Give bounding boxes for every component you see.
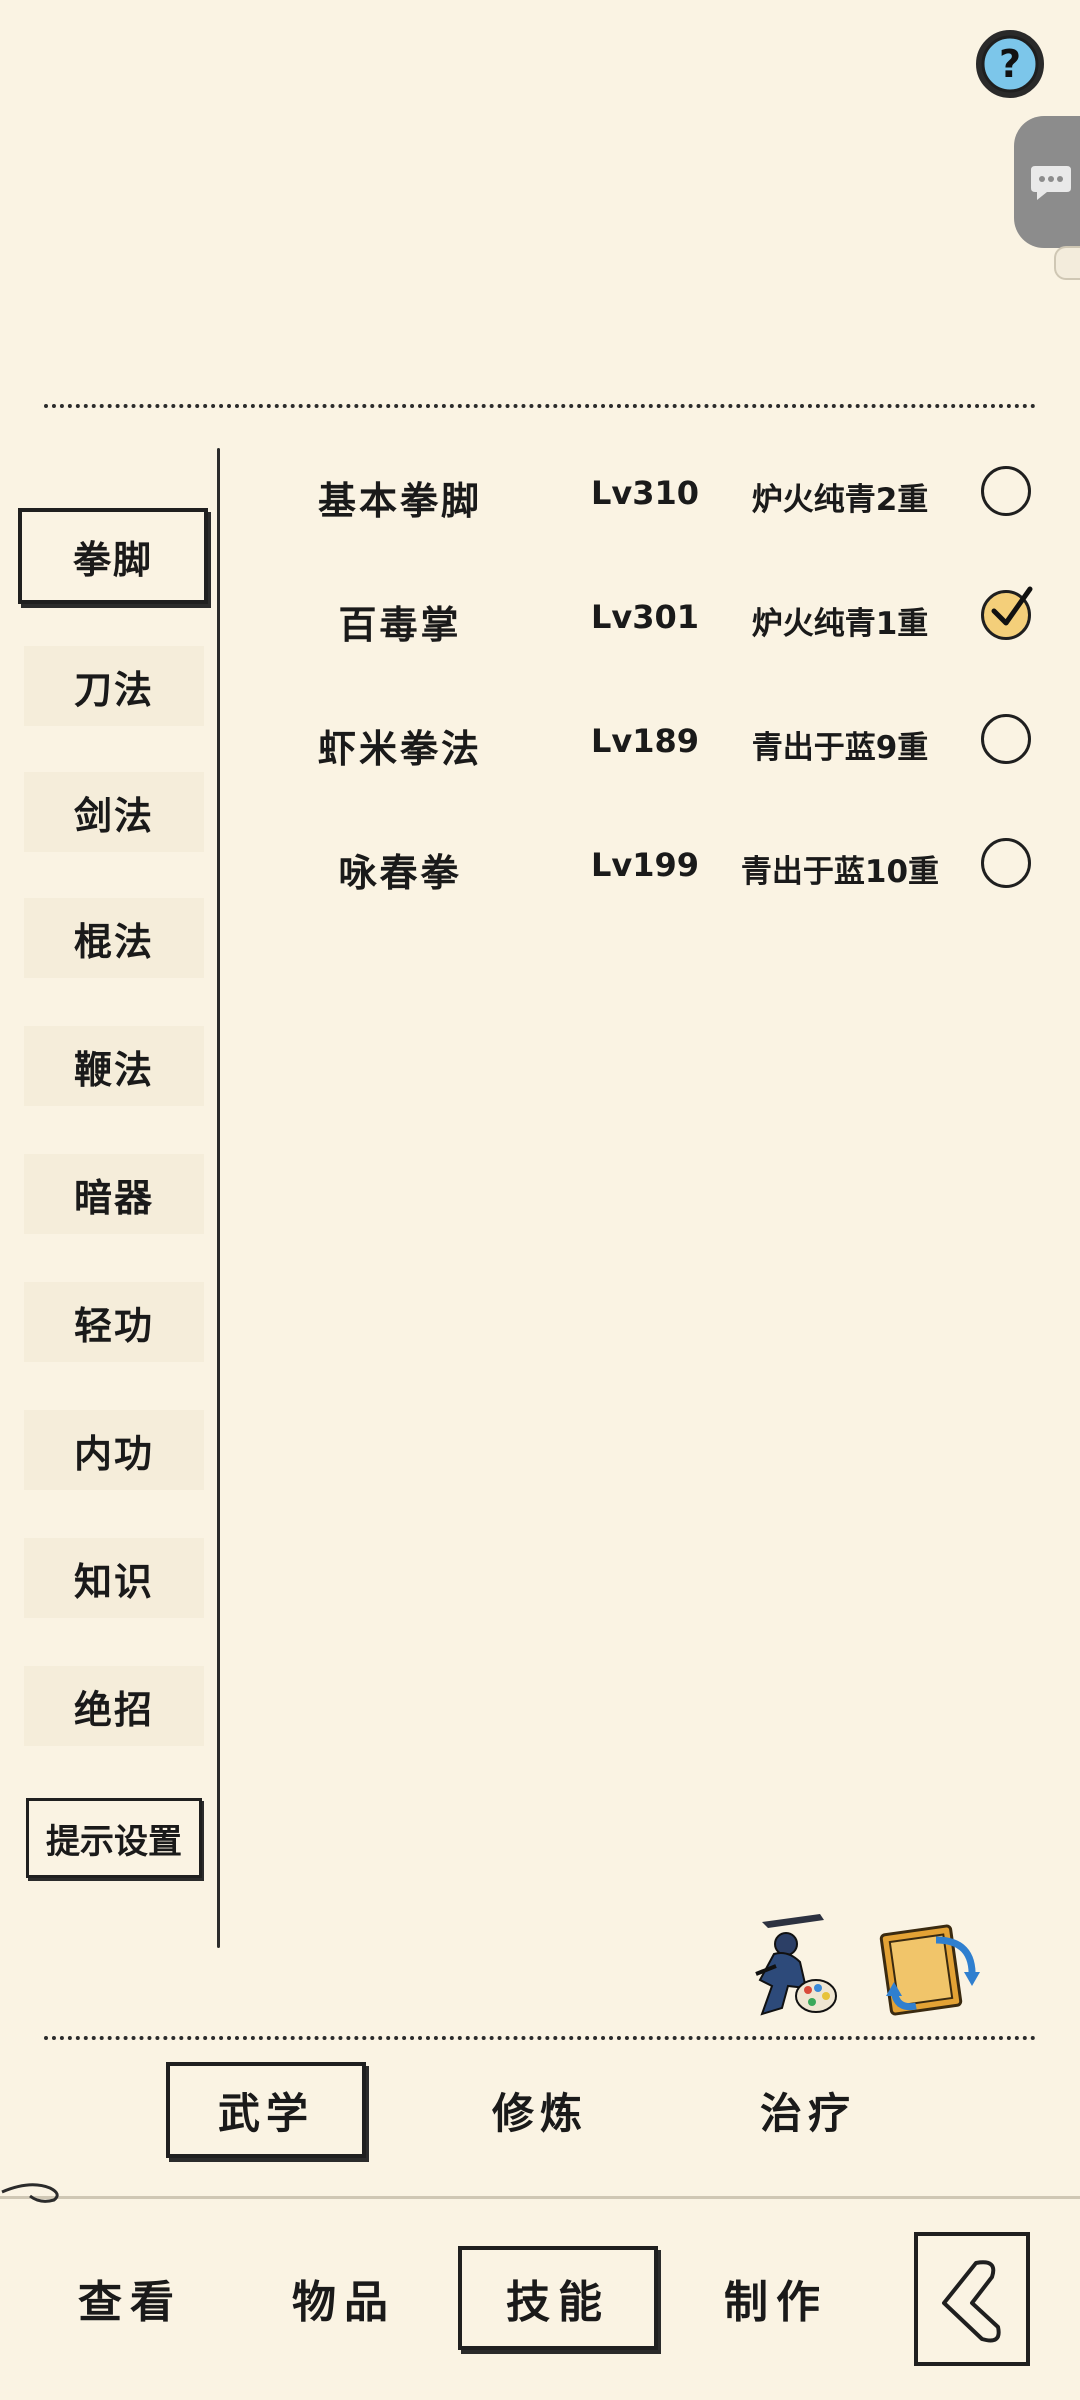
category-tab[interactable]: 剑法 xyxy=(24,772,204,852)
skill-level: Lv189 xyxy=(590,722,700,760)
skill-row[interactable]: 基本拳脚 Lv310 炉火纯青2重 xyxy=(250,452,1060,532)
skill-rank: 炉火纯青2重 xyxy=(751,482,929,518)
nav-craft[interactable]: 制作 xyxy=(676,2246,876,2350)
category-tab[interactable]: 知识 xyxy=(24,1538,204,1618)
skill-rank: 青出于蓝9重 xyxy=(751,730,929,766)
skill-rank: 青出于蓝10重 xyxy=(740,854,940,890)
ink-swirl-decoration xyxy=(1,2183,59,2203)
category-tab[interactable]: 内功 xyxy=(24,1410,204,1490)
skill-name: 虾米拳法 xyxy=(317,727,482,771)
skill-name: 基本拳脚 xyxy=(317,479,482,523)
nav-view[interactable]: 查看 xyxy=(30,2246,230,2350)
subtab-healing[interactable]: 治疗 xyxy=(708,2062,908,2158)
category-tab[interactable]: 鞭法 xyxy=(24,1026,204,1106)
ninja-palette-icon[interactable] xyxy=(742,1910,842,2020)
checkmark-icon xyxy=(991,586,1033,626)
skill-level: Lv199 xyxy=(590,846,700,884)
skill-name: 百毒掌 xyxy=(338,603,462,647)
category-tab[interactable]: 刀法 xyxy=(24,646,204,726)
category-tab[interactable]: 棍法 xyxy=(24,898,204,978)
back-arrow-icon xyxy=(942,2260,1001,2343)
bottom-nav-separator xyxy=(0,2196,1080,2199)
top-divider xyxy=(44,404,1036,408)
skill-select-checkbox[interactable] xyxy=(981,714,1031,764)
subtab-martial-arts[interactable]: 武学 xyxy=(166,2062,366,2158)
book-swap-icon[interactable] xyxy=(876,1920,986,2020)
skill-row[interactable]: 虾米拳法 Lv189 青出于蓝9重 xyxy=(250,700,1060,780)
skill-select-checkbox[interactable] xyxy=(981,586,1033,640)
subtab-training[interactable]: 修炼 xyxy=(440,2062,640,2158)
category-tab[interactable]: 轻功 xyxy=(24,1282,204,1362)
nav-items[interactable]: 物品 xyxy=(244,2246,444,2350)
bottom-divider xyxy=(44,2036,1036,2040)
nav-skills[interactable]: 技能 xyxy=(458,2246,658,2350)
skill-level: Lv310 xyxy=(590,474,700,512)
chat-bubble-icon xyxy=(1031,166,1071,200)
panel-divider xyxy=(217,448,220,1948)
question-icon: ? xyxy=(981,35,1039,93)
hint-settings-button[interactable]: 提示设置 xyxy=(26,1798,202,1878)
skill-name: 咏春拳 xyxy=(338,851,462,895)
chat-tab[interactable] xyxy=(1014,116,1080,248)
skill-select-checkbox[interactable] xyxy=(981,838,1031,888)
skill-select-checkbox[interactable] xyxy=(981,466,1031,516)
skill-level: Lv301 xyxy=(590,598,700,636)
help-button[interactable]: ? xyxy=(976,30,1044,98)
category-tab[interactable]: 暗器 xyxy=(24,1154,204,1234)
skill-row[interactable]: 百毒掌 Lv301 炉火纯青1重 xyxy=(250,576,1060,656)
skill-rank: 炉火纯青1重 xyxy=(751,606,929,642)
back-button[interactable] xyxy=(914,2232,1030,2366)
category-tab[interactable]: 绝招 xyxy=(24,1666,204,1746)
category-tab[interactable]: 拳脚 xyxy=(18,508,208,604)
chat-tab-handle[interactable] xyxy=(1054,246,1080,280)
svg-text:?: ? xyxy=(999,42,1021,86)
skill-row[interactable]: 咏春拳 Lv199 青出于蓝10重 xyxy=(250,824,1060,904)
